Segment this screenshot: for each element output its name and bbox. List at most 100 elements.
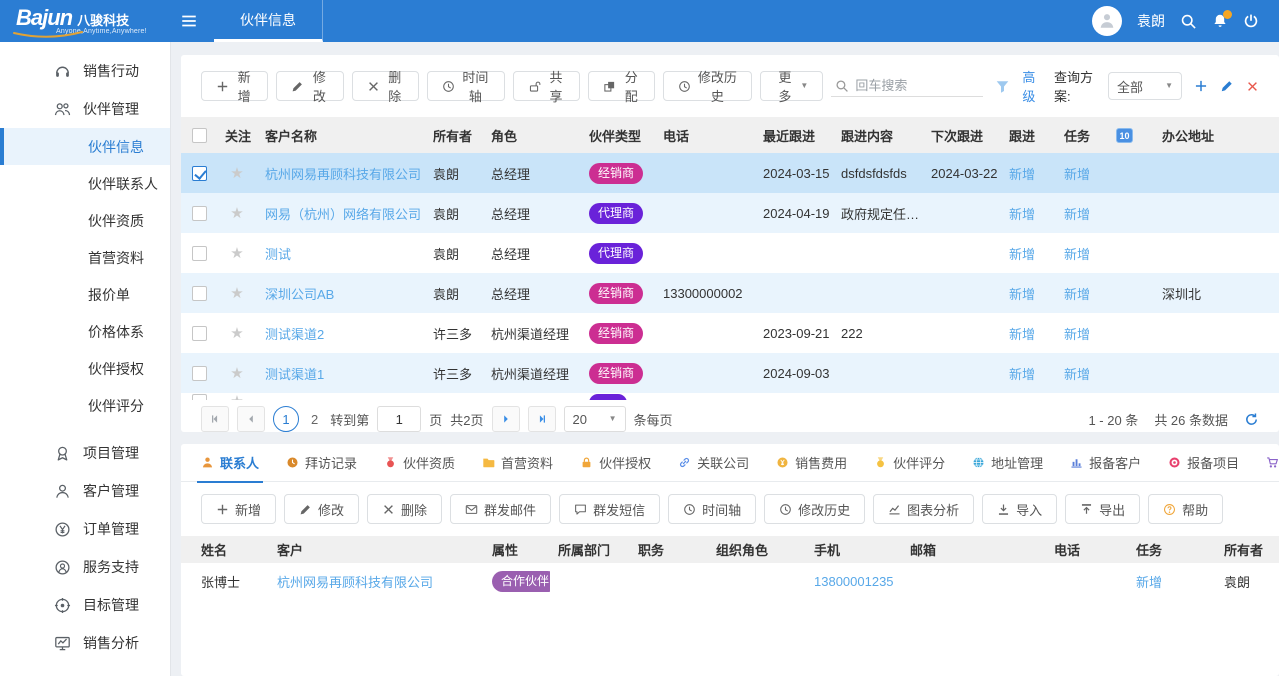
tab-sales-expense[interactable]: 销售费用: [776, 444, 847, 482]
sidebar-item-target-management[interactable]: 目标管理: [0, 586, 170, 624]
customer-link[interactable]: 测试: [265, 247, 291, 262]
delete-scheme-icon[interactable]: [1246, 80, 1259, 93]
customer-link[interactable]: 杭州网易再顾科技有限公司: [277, 575, 433, 590]
page-size-select[interactable]: 20 ▼: [564, 406, 626, 432]
follow-link[interactable]: 新增: [1009, 287, 1035, 302]
add-scheme-icon[interactable]: [1194, 79, 1208, 93]
edit-contact-button[interactable]: 修改: [284, 494, 359, 524]
table-row[interactable]: ★深圳公司AB袁朗总经理经销商13300000002新增新增深圳北: [181, 273, 1279, 313]
search-input[interactable]: [855, 78, 979, 93]
prev-page-button[interactable]: [237, 406, 265, 432]
sidebar-item-partner-info[interactable]: 伙伴信息: [0, 128, 170, 165]
tab-partner-info[interactable]: 伙伴信息: [214, 0, 323, 42]
star-icon[interactable]: ★: [230, 206, 243, 221]
row-checkbox[interactable]: [192, 286, 207, 301]
task-link[interactable]: 新增: [1064, 167, 1090, 182]
chart-analysis-button[interactable]: 图表分析: [873, 494, 974, 524]
table-row[interactable]: ★: [181, 393, 1279, 400]
customer-link[interactable]: 测试渠道1: [265, 367, 324, 382]
sidebar-item-customer-management[interactable]: 客户管理: [0, 472, 170, 510]
row-checkbox[interactable]: [192, 394, 207, 400]
username[interactable]: 袁朗: [1137, 11, 1165, 31]
table-row[interactable]: ★网易（杭州）网络有限公司袁朗总经理代理商2024-04-19政府规定任何…新增…: [181, 193, 1279, 233]
task-link[interactable]: 新增: [1064, 207, 1090, 222]
import-button[interactable]: 导入: [982, 494, 1057, 524]
sidebar-item-initial-docs[interactable]: 首营资料: [0, 239, 170, 276]
tab-partner-orders[interactable]: 伙伴报单: [1266, 444, 1279, 482]
sidebar-item-partner-score[interactable]: 伙伴评分: [0, 387, 170, 424]
sidebar-item-project-management[interactable]: 项目管理: [0, 434, 170, 472]
tab-address-management[interactable]: 地址管理: [972, 444, 1043, 482]
task-link[interactable]: 新增: [1064, 367, 1090, 382]
next-page-button[interactable]: [492, 406, 520, 432]
page-number-2[interactable]: 2: [307, 412, 322, 427]
customer-link[interactable]: 测试渠道2: [265, 327, 324, 342]
goto-page-input[interactable]: [377, 406, 421, 432]
sidebar-item-partner-contacts[interactable]: 伙伴联系人: [0, 165, 170, 202]
customer-link[interactable]: 深圳公司AB: [265, 287, 334, 302]
export-button[interactable]: 导出: [1065, 494, 1140, 524]
row-checkbox[interactable]: [192, 366, 207, 381]
star-icon[interactable]: ★: [230, 166, 243, 181]
calendar-count-icon[interactable]: 10: [1116, 128, 1133, 143]
star-icon[interactable]: ★: [230, 366, 243, 381]
task-link[interactable]: 新增: [1064, 247, 1090, 262]
sidebar-item-partner-management[interactable]: 伙伴管理: [0, 90, 170, 128]
tab-reported-customers[interactable]: 报备客户: [1070, 444, 1141, 482]
tab-partner-score[interactable]: 伙伴评分: [874, 444, 945, 482]
task-link[interactable]: 新增: [1064, 287, 1090, 302]
timeline-button[interactable]: 时间轴: [668, 494, 756, 524]
tab-related-companies[interactable]: 关联公司: [678, 444, 749, 482]
task-link[interactable]: 新增: [1064, 327, 1090, 342]
tab-visit-records[interactable]: 拜访记录: [286, 444, 357, 482]
assign-button[interactable]: 分配: [588, 71, 655, 101]
sidebar-item-sales-analytics[interactable]: 销售分析: [0, 624, 170, 662]
sidebar-item-quotations[interactable]: 报价单: [0, 276, 170, 313]
sidebar-item-partner-authorization[interactable]: 伙伴授权: [0, 350, 170, 387]
logout-power-icon[interactable]: [1243, 13, 1259, 29]
tab-contacts[interactable]: 联系人: [201, 444, 259, 482]
advanced-search-link[interactable]: 高级: [1022, 67, 1042, 105]
table-row[interactable]: 张博士杭州网易再顾科技有限公司合作伙伴13800001235新增袁朗: [181, 563, 1279, 599]
more-button[interactable]: 更多▼: [760, 71, 823, 101]
avatar[interactable]: [1092, 6, 1122, 36]
tab-partner-qualification[interactable]: 伙伴资质: [384, 444, 455, 482]
sidebar-item-service-support[interactable]: 服务支持: [0, 548, 170, 586]
sidebar-item-price-system[interactable]: 价格体系: [0, 313, 170, 350]
page-number-1[interactable]: 1: [273, 406, 299, 432]
timeline-button[interactable]: 时间轴: [427, 71, 505, 101]
follow-link[interactable]: 新增: [1009, 327, 1035, 342]
customer-link[interactable]: 杭州网易再顾科技有限公司: [265, 167, 421, 182]
follow-link[interactable]: 新增: [1009, 247, 1035, 262]
row-checkbox[interactable]: [192, 206, 207, 221]
star-icon[interactable]: ★: [230, 326, 243, 341]
customer-link[interactable]: 网易（杭州）网络有限公司: [265, 207, 421, 222]
filter-funnel-icon[interactable]: [995, 79, 1010, 94]
table-row[interactable]: ★测试袁朗总经理代理商新增新增: [181, 233, 1279, 273]
delete-button[interactable]: 删除: [352, 71, 419, 101]
row-checkbox[interactable]: [192, 166, 207, 181]
share-button[interactable]: 共享: [513, 71, 580, 101]
tab-reported-projects[interactable]: 报备项目: [1168, 444, 1239, 482]
tab-initial-docs[interactable]: 首营资料: [482, 444, 553, 482]
first-page-button[interactable]: [201, 406, 229, 432]
star-icon[interactable]: ★: [230, 286, 243, 301]
help-button[interactable]: 帮助: [1148, 494, 1223, 524]
table-row[interactable]: ★杭州网易再顾科技有限公司袁朗总经理经销商2024-03-15dsfdsfdsf…: [181, 153, 1279, 193]
last-page-button[interactable]: [528, 406, 556, 432]
global-search-icon[interactable]: [1180, 13, 1197, 30]
hamburger-menu-icon[interactable]: [180, 12, 198, 30]
follow-link[interactable]: 新增: [1009, 167, 1035, 182]
refresh-icon[interactable]: [1244, 412, 1259, 427]
table-row[interactable]: ★测试渠道2许三多杭州渠道经理经销商2023-09-21222新增新增: [181, 313, 1279, 353]
table-row[interactable]: ★测试渠道1许三多杭州渠道经理经销商2024-09-03新增新增: [181, 353, 1279, 393]
add-button[interactable]: 新增: [201, 71, 268, 101]
bulk-sms-button[interactable]: 群发短信: [559, 494, 660, 524]
edit-history-button[interactable]: 修改历史: [764, 494, 865, 524]
edit-scheme-icon[interactable]: [1220, 79, 1234, 93]
sidebar-item-partner-qualification[interactable]: 伙伴资质: [0, 202, 170, 239]
row-checkbox[interactable]: [192, 326, 207, 341]
follow-link[interactable]: 新增: [1009, 367, 1035, 382]
edit-button[interactable]: 修改: [276, 71, 343, 101]
mobile-link[interactable]: 13800001235: [814, 574, 894, 589]
